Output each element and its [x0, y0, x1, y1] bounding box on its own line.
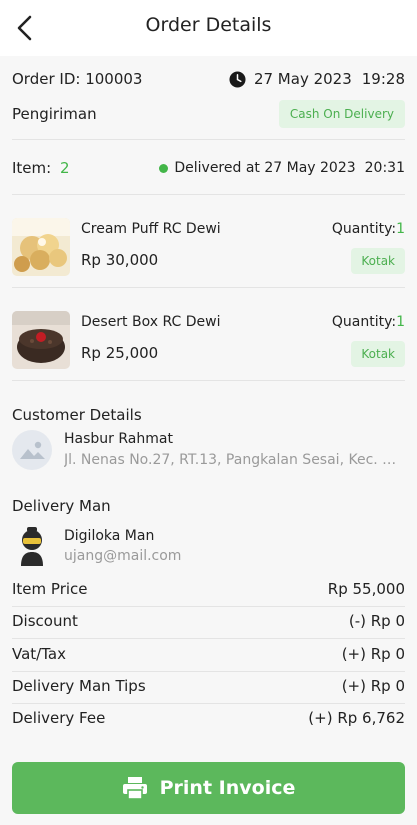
product-image: [12, 218, 70, 276]
printer-icon: [122, 777, 147, 800]
product-price: Rp 25,000: [81, 344, 159, 362]
divider: [12, 703, 405, 704]
print-invoice-label: Print Invoice: [159, 777, 296, 799]
order-id: Order ID: 100003: [12, 70, 143, 88]
delivery-man-email: ujang@mail.com: [64, 548, 182, 564]
delivery-status: Delivered at 27 May 2023 20:31: [159, 160, 405, 176]
summary-discount: Discount (-) Rp 0: [12, 612, 405, 630]
order-id-row: Order ID: 100003 27 May 2023 19:28: [12, 68, 405, 90]
app-header: Order Details: [0, 0, 417, 56]
product-name: Desert Box RC Dewi: [81, 314, 221, 330]
delivery-man-name: Digiloka Man: [64, 528, 155, 544]
divider: [12, 606, 405, 607]
shipping-label: Pengiriman: [12, 105, 97, 123]
summary-label: Vat/Tax: [12, 645, 66, 663]
summary-value: (-) Rp 0: [348, 612, 405, 630]
unit-badge: Kotak: [351, 248, 405, 274]
divider: [12, 287, 405, 288]
image-placeholder-icon: [20, 441, 45, 459]
summary-label: Discount: [12, 612, 78, 630]
divider: [12, 139, 405, 140]
customer-name: Hasbur Rahmat: [64, 431, 173, 447]
customer-avatar: [12, 430, 52, 470]
shipping-row: Pengiriman Cash On Delivery: [12, 100, 405, 128]
product-image: [12, 311, 70, 369]
summary-value: (+) Rp 0: [341, 677, 405, 695]
summary-label: Item Price: [12, 580, 88, 598]
payment-method-badge: Cash On Delivery: [278, 100, 405, 128]
quantity-label: Quantity:: [331, 314, 397, 330]
customer-section-title: Customer Details: [12, 406, 142, 424]
order-time: 19:28: [361, 70, 405, 88]
item-count: 2: [59, 159, 70, 177]
customer-address: Jl. Nenas No.27, RT.13, Pangkalan Sesai,…: [64, 452, 404, 468]
page-title: Order Details: [145, 14, 272, 36]
product-quantity: Quantity:1: [332, 221, 405, 237]
quantity-label: Quantity:: [331, 221, 397, 237]
delivery-man-avatar: [12, 524, 52, 566]
product-name: Cream Puff RC Dewi: [81, 221, 221, 237]
item-count-wrap: Item: 2: [12, 159, 70, 177]
courier-avatar-icon: [21, 527, 43, 566]
quantity-value: 1: [396, 221, 405, 237]
unit-badge: Kotak: [351, 341, 405, 367]
order-datetime: 27 May 2023 19:28: [229, 70, 405, 88]
summary-delivery-tips: Delivery Man Tips (+) Rp 0: [12, 677, 405, 695]
quantity-value: 1: [396, 314, 405, 330]
clock-icon: [229, 70, 246, 88]
product-price: Rp 30,000: [81, 251, 159, 269]
delivered-text: Delivered at 27 May 2023: [174, 160, 356, 176]
print-invoice-button[interactable]: Print Invoice: [12, 762, 405, 814]
delivered-time: 20:31: [364, 160, 405, 176]
summary-item-price: Item Price Rp 55,000: [12, 580, 405, 598]
summary-value: Rp 55,000: [327, 580, 405, 598]
order-date: 27 May 2023: [253, 70, 352, 88]
summary-vat-tax: Vat/Tax (+) Rp 0: [12, 645, 405, 663]
divider: [12, 671, 405, 672]
list-item[interactable]: Cream Puff RC Dewi Rp 30,000 Quantity:1 …: [12, 218, 405, 278]
summary-value: (+) Rp 0: [341, 645, 405, 663]
divider: [12, 194, 405, 195]
summary-label: Delivery Man Tips: [12, 677, 146, 695]
list-item[interactable]: Desert Box RC Dewi Rp 25,000 Quantity:1 …: [12, 311, 405, 371]
summary-label: Delivery Fee: [12, 709, 106, 727]
summary-value: (+) Rp 6,762: [308, 709, 405, 727]
summary-delivery-fee: Delivery Fee (+) Rp 6,762: [12, 709, 405, 727]
product-quantity: Quantity:1: [332, 314, 405, 330]
item-label: Item:: [12, 159, 52, 177]
delivery-man-section-title: Delivery Man: [12, 497, 111, 515]
divider: [12, 638, 405, 639]
item-status-row: Item: 2 Delivered at 27 May 2023 20:31: [12, 157, 405, 179]
divider: [12, 380, 405, 381]
status-dot-icon: [159, 163, 169, 173]
